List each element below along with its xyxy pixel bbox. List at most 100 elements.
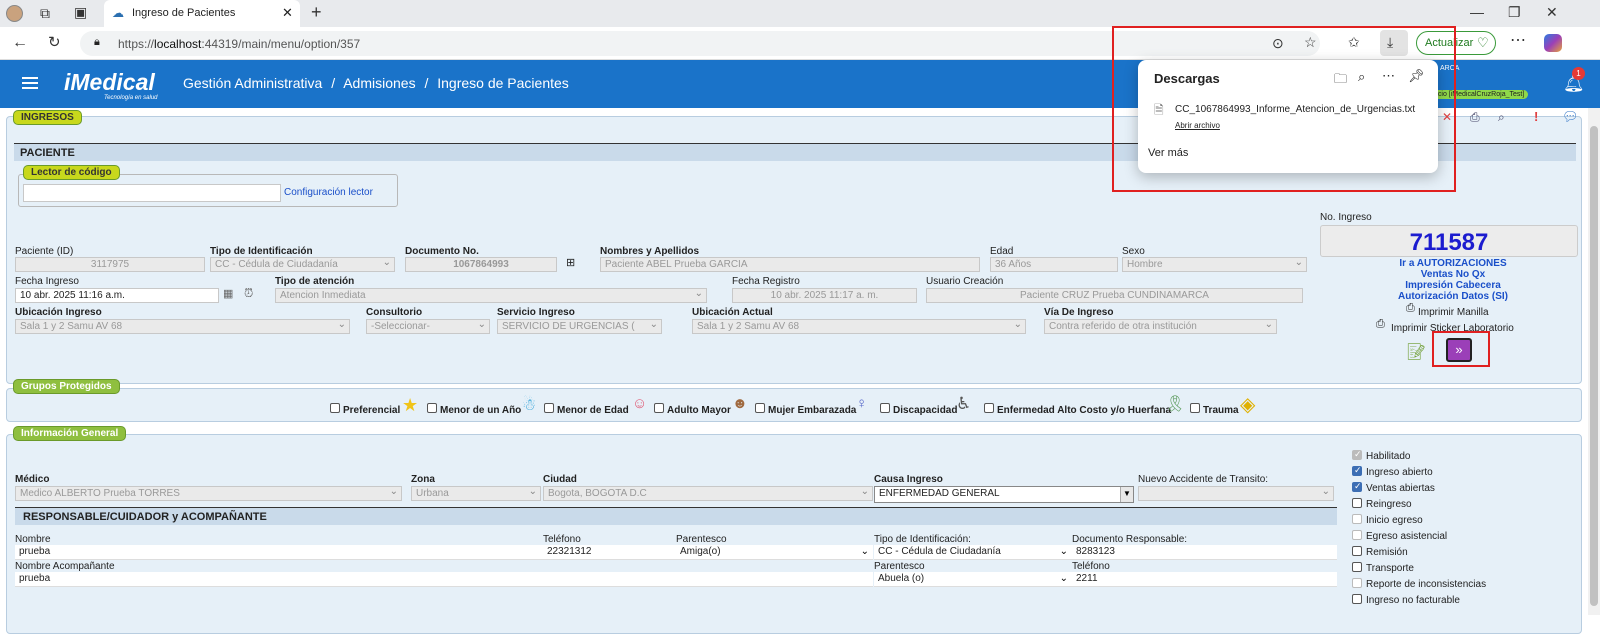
tab-actions-icon[interactable]: ▣: [74, 5, 87, 19]
grupos-row: Preferencial ★ Menor de un Año ☃ Menor d…: [330, 394, 1270, 417]
workspaces-icon[interactable]: ⧉: [40, 6, 50, 20]
checkbox-alto-costo[interactable]: [984, 403, 994, 413]
tipo-atencion-label: Tipo de atención: [275, 276, 355, 287]
breadcrumb-item[interactable]: Admisiones: [343, 75, 415, 91]
usuario-label: Usuario Creación: [926, 276, 1004, 287]
telefono-input[interactable]: 22321312: [543, 545, 676, 560]
sexo-label: Sexo: [1122, 246, 1145, 257]
nombre-input[interactable]: prueba: [15, 545, 543, 560]
flag-checkbox[interactable]: [1352, 481, 1362, 492]
print-icon[interactable]: ⎙: [1470, 110, 1480, 125]
flag-checkbox[interactable]: [1352, 498, 1362, 508]
doc-resp-input[interactable]: 8283123: [1072, 545, 1337, 560]
url-text: https://localhost:44319/main/menu/option…: [118, 37, 361, 51]
calendar-icon[interactable]: ▦: [223, 287, 233, 300]
checkbox-menor-edad[interactable]: [544, 403, 554, 413]
star-icon: ★: [402, 395, 419, 415]
app-logo[interactable]: iMedical Tecnología en salud: [60, 64, 164, 104]
checkbox-mujer-embarazada[interactable]: [755, 403, 765, 413]
flag-checkbox[interactable]: [1352, 546, 1362, 556]
link-autorizacion-datos[interactable]: Autorización Datos (SI): [1368, 291, 1538, 302]
acomp-telefono-input[interactable]: 2211: [1072, 572, 1337, 587]
breadcrumb-separator: /: [424, 75, 429, 91]
no-ingreso-label: No. Ingreso: [1320, 212, 1372, 223]
copilot-icon[interactable]: [1544, 34, 1562, 52]
barcode-icon[interactable]: ⊞: [566, 256, 575, 269]
flag-checkbox: [1352, 514, 1362, 524]
pregnant-icon: ♀: [856, 395, 868, 412]
medico-label: Médico: [15, 474, 50, 485]
ubic-actual-label: Ubicación Actual: [692, 307, 773, 318]
minimize-icon[interactable]: —: [1470, 5, 1484, 19]
add-document-icon[interactable]: 📝︎: [1406, 342, 1426, 362]
fecha-ingreso-label: Fecha Ingreso: [15, 276, 79, 287]
new-tab-icon[interactable]: +: [311, 3, 322, 21]
chevron-down-icon: ⌄: [1059, 546, 1068, 557]
chevron-down-icon: ▼: [1120, 487, 1133, 502]
causa-label: Causa Ingreso: [874, 474, 943, 485]
flag-label: Transporte: [1366, 563, 1414, 574]
preview-icon[interactable]: ⌕: [1498, 110, 1505, 125]
checkbox-preferencial[interactable]: [330, 403, 340, 413]
clock-icon[interactable]: ⏰︎: [244, 286, 253, 301]
checkbox-trauma[interactable]: [1190, 403, 1200, 413]
breadcrumb-separator: /: [331, 75, 336, 91]
barcode-config-link[interactable]: Configuración lector: [284, 187, 373, 198]
checkbox-menor-un-ano[interactable]: [427, 403, 437, 413]
link-autorizaciones[interactable]: Ir a AUTORIZACIONES: [1368, 258, 1538, 269]
checkbox-discapacidad[interactable]: [880, 403, 890, 413]
servicio-label: Servicio Ingreso: [497, 307, 575, 318]
chevron-down-icon: ⌄: [860, 546, 869, 557]
link-ventas-no-qx[interactable]: Ventas No Qx: [1368, 269, 1538, 280]
usuario-field: Paciente CRUZ Prueba CUNDINAMARCA: [926, 288, 1303, 303]
flag-checkbox[interactable]: [1352, 465, 1362, 476]
checkbox-adulto-mayor[interactable]: [654, 403, 664, 413]
flag-label: Inicio egreso: [1366, 515, 1423, 526]
maximize-icon[interactable]: ❐: [1508, 5, 1521, 19]
sexo-select: Hombre: [1122, 257, 1307, 272]
edad-label: Edad: [990, 246, 1014, 257]
parentesco-select[interactable]: Amiga(o) ⌄: [676, 545, 873, 560]
link-impresion-cabecera[interactable]: Impresión Cabecera: [1368, 280, 1538, 291]
alert-icon[interactable]: !: [1534, 109, 1538, 124]
chevron-down-icon: ⌄: [1059, 573, 1068, 584]
scrollbar-thumb[interactable]: [1590, 126, 1598, 606]
tipo-id-select: CC - Cédula de Ciudadanía: [210, 257, 395, 272]
print-bracelet-link[interactable]: Imprimir Manilla: [1418, 307, 1489, 318]
ubic-ingreso-select: Sala 1 y 2 Samu AV 68: [15, 319, 350, 334]
chat-icon[interactable]: 💬︎: [1562, 109, 1579, 125]
reload-icon[interactable]: ↻: [48, 35, 61, 50]
flag-checkbox[interactable]: [1352, 594, 1362, 604]
flag-label: Remisión: [1366, 547, 1408, 558]
fecha-registro-field: 10 abr. 2025 11:17 a. m.: [732, 288, 917, 303]
consultorio-select: -Seleccionar-: [366, 319, 490, 334]
paciente-id-field: 3117975: [15, 257, 205, 272]
causa-select[interactable]: ENFERMEDAD GENERAL ▼: [874, 486, 1134, 503]
elderly-icon: ☻: [732, 395, 748, 412]
acomp-parentesco-select[interactable]: Abuela (o) ⌄: [874, 572, 1072, 587]
flag-checkbox[interactable]: [1352, 562, 1362, 572]
grupo-label: Preferencial: [343, 405, 401, 416]
back-icon[interactable]: ←: [12, 35, 28, 51]
hamburger-menu-icon[interactable]: [22, 77, 38, 89]
heart-icon: ♡: [1477, 35, 1489, 50]
breadcrumb-item[interactable]: Gestión Administrativa: [183, 75, 322, 91]
fecha-ingreso-field[interactable]: 10 abr. 2025 11:16 a.m.: [15, 288, 219, 303]
menu-dots-icon[interactable]: ⋯: [1510, 33, 1526, 49]
acomp-input[interactable]: prueba: [15, 572, 873, 587]
zona-label: Zona: [411, 474, 435, 485]
page-scrollbar[interactable]: [1588, 108, 1600, 615]
breadcrumb-current: Ingreso de Pacientes: [437, 75, 569, 91]
ribbon-icon: 🎗︎: [1165, 396, 1186, 413]
barcode-input[interactable]: [23, 184, 281, 202]
telefono-label: Teléfono: [543, 534, 581, 545]
profile-avatar[interactable]: [6, 5, 23, 22]
flag-label: Ingreso abierto: [1366, 467, 1433, 478]
browser-tab[interactable]: ☁ Ingreso de Pacientes ✕: [104, 0, 300, 27]
window-close-icon[interactable]: ✕: [1546, 5, 1558, 19]
acomp-parentesco-label: Parentesco: [874, 561, 925, 572]
highlight-downloads: [1112, 26, 1456, 192]
tab-close-icon[interactable]: ✕: [282, 5, 293, 21]
tipo-id-resp-select[interactable]: CC - Cédula de Ciudadanía ⌄: [874, 545, 1072, 560]
ingresos-legend: INGRESOS: [14, 111, 81, 124]
